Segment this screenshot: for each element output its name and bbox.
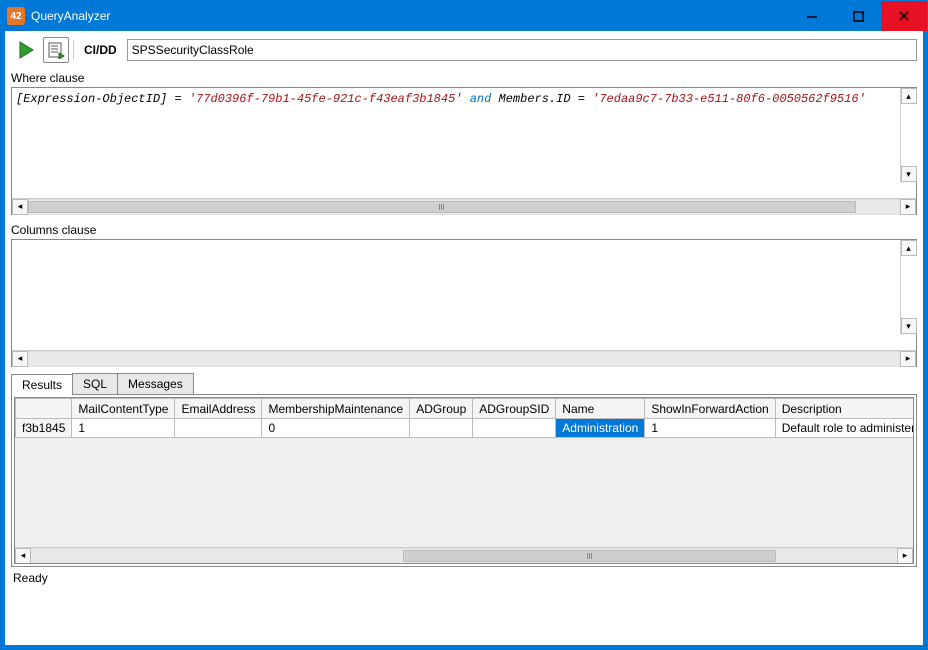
cell[interactable]: 1: [645, 419, 775, 438]
cell[interactable]: Default role to administer Matr: [775, 419, 913, 438]
ci-dd-label: CI/DD: [73, 40, 123, 60]
column-header[interactable]: MailContentType: [72, 399, 175, 419]
scroll-up-icon[interactable]: ▴: [901, 88, 917, 104]
results-hscroll[interactable]: ◂ ▸: [15, 547, 913, 563]
cell[interactable]: 1: [72, 419, 175, 438]
where-field1: [Expression-ObjectID]: [16, 92, 167, 106]
row-header: f3b1845: [16, 419, 72, 438]
app-window: 42 QueryAnalyzer: [0, 0, 928, 650]
scroll-up-icon[interactable]: ▴: [901, 240, 917, 256]
play-icon: [16, 40, 36, 60]
column-header[interactable]: ADGroup: [410, 399, 473, 419]
maximize-button[interactable]: [835, 1, 881, 31]
results-grid-wrap: MailContentTypeEmailAddressMembershipMai…: [14, 397, 914, 564]
script-icon: [47, 41, 65, 59]
columns-vscroll[interactable]: ▴ ▾: [900, 240, 916, 334]
columns-label: Columns clause: [11, 221, 917, 239]
close-button[interactable]: [881, 1, 927, 31]
window-controls: [789, 1, 927, 31]
columns-clause-box: ▴ ▾ ◂ ▸: [11, 239, 917, 367]
column-header[interactable]: EmailAddress: [175, 399, 262, 419]
tab-results[interactable]: Results: [11, 374, 73, 395]
results-grid[interactable]: MailContentTypeEmailAddressMembershipMai…: [15, 398, 913, 547]
cell[interactable]: [175, 419, 262, 438]
content-area: CI/DD Where clause [Expression-ObjectID]…: [1, 31, 927, 649]
tab-sql[interactable]: SQL: [72, 373, 118, 394]
scroll-right-icon[interactable]: ▸: [900, 351, 916, 367]
columns-hscroll[interactable]: ◂ ▸: [12, 350, 916, 366]
title-text: QueryAnalyzer: [31, 9, 110, 23]
where-field2: Members.ID: [499, 92, 571, 106]
titlebar: 42 QueryAnalyzer: [1, 1, 927, 31]
where-clause-box: [Expression-ObjectID] = '77d0396f-79b1-4…: [11, 87, 917, 215]
minimize-button[interactable]: [789, 1, 835, 31]
where-editor[interactable]: [Expression-ObjectID] = '77d0396f-79b1-4…: [12, 88, 916, 198]
app-icon: 42: [7, 7, 25, 25]
scroll-thumb[interactable]: [403, 550, 775, 562]
table-row[interactable]: f3b184510Administration1Default role to …: [16, 419, 914, 438]
column-header[interactable]: MembershipMaintenance: [262, 399, 410, 419]
grid-corner: [16, 399, 72, 419]
scroll-left-icon[interactable]: ◂: [12, 351, 28, 367]
close-icon: [898, 10, 910, 22]
cell[interactable]: [473, 419, 556, 438]
columns-editor[interactable]: [12, 240, 916, 350]
results-panel: MailContentTypeEmailAddressMembershipMai…: [11, 395, 917, 567]
where-hscroll[interactable]: ◂ ▸: [12, 198, 916, 214]
scroll-down-icon[interactable]: ▾: [901, 166, 917, 182]
run-button[interactable]: [13, 37, 39, 63]
where-val2: '7edaa9c7-7b33-e511-80f6-0050562f9516': [592, 92, 866, 106]
scroll-thumb[interactable]: [28, 201, 856, 213]
scroll-down-icon[interactable]: ▾: [901, 318, 917, 334]
script-button[interactable]: [43, 37, 69, 63]
column-header[interactable]: ADGroupSID: [473, 399, 556, 419]
statusbar: Ready: [11, 567, 917, 585]
cell[interactable]: 0: [262, 419, 410, 438]
column-header[interactable]: Name: [556, 399, 645, 419]
scroll-right-icon[interactable]: ▸: [897, 548, 913, 564]
ci-dd-input[interactable]: [127, 39, 917, 61]
where-val1: '77d0396f-79b1-45fe-921c-f43eaf3b1845': [189, 92, 463, 106]
scroll-left-icon[interactable]: ◂: [12, 199, 28, 215]
cell[interactable]: [410, 419, 473, 438]
column-header[interactable]: ShowInForwardAction: [645, 399, 775, 419]
where-vscroll[interactable]: ▴ ▾: [900, 88, 916, 182]
scroll-right-icon[interactable]: ▸: [900, 199, 916, 215]
where-kw: and: [470, 92, 492, 106]
where-label: Where clause: [11, 69, 917, 87]
column-header[interactable]: Description: [775, 399, 913, 419]
status-text: Ready: [13, 571, 48, 585]
results-tabs: Results SQL Messages: [11, 373, 917, 395]
toolbar: CI/DD: [11, 35, 917, 69]
scroll-left-icon[interactable]: ◂: [15, 548, 31, 564]
maximize-icon: [853, 11, 864, 22]
cell[interactable]: Administration: [556, 419, 645, 438]
minimize-icon: [806, 10, 818, 22]
tab-messages[interactable]: Messages: [117, 373, 194, 394]
